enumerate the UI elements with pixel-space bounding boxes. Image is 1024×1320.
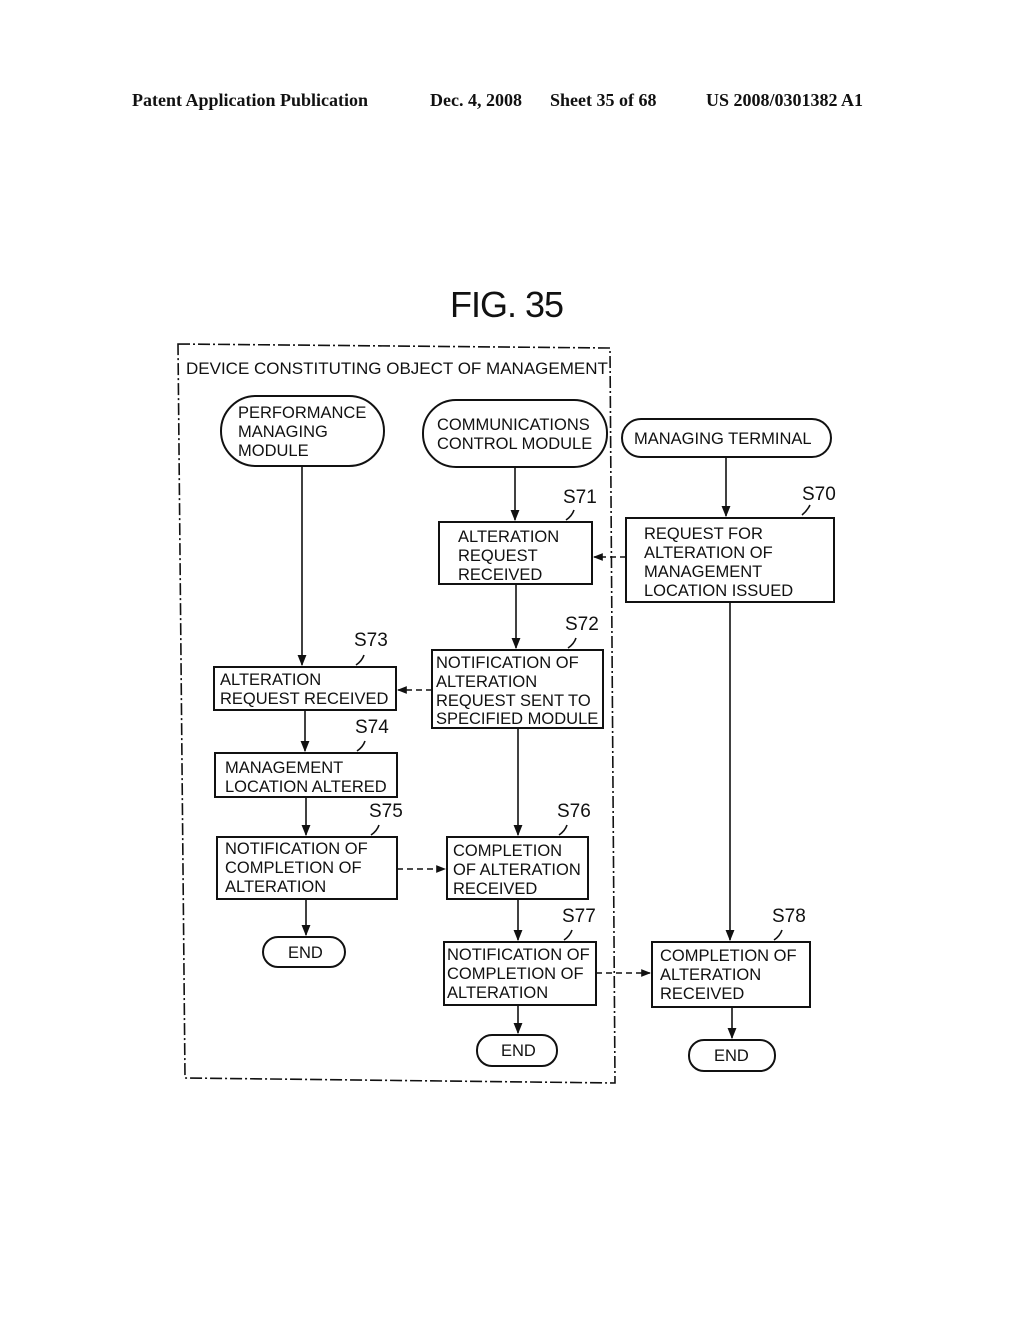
svg-text:PERFORMANCE: PERFORMANCE [238,404,366,422]
end-node-performance: END [262,936,346,968]
svg-text:ALTERATION: ALTERATION [225,878,326,896]
svg-text:S75: S75 [369,801,403,822]
svg-text:SPECIFIED MODULE: SPECIFIED MODULE [436,710,598,728]
svg-text:ALTERATION OF: ALTERATION OF [644,544,773,562]
svg-text:COMPLETION OF: COMPLETION OF [225,859,362,877]
svg-text:ALTERATION: ALTERATION [447,984,548,1002]
svg-text:COMPLETION OF: COMPLETION OF [447,965,584,983]
svg-text:REQUEST FOR: REQUEST FOR [644,525,763,543]
svg-text:MANAGING TERMINAL: MANAGING TERMINAL [634,430,812,448]
svg-text:S74: S74 [355,717,389,738]
lane-communications-control-module: COMMUNICATIONS CONTROL MODULE [422,399,608,468]
svg-text:S77: S77 [562,906,596,927]
svg-text:NOTIFICATION OF: NOTIFICATION OF [436,654,579,672]
svg-text:REQUEST SENT TO: REQUEST SENT TO [436,692,591,710]
svg-text:REQUEST RECEIVED: REQUEST RECEIVED [220,690,388,708]
svg-text:MANAGEMENT: MANAGEMENT [644,563,762,581]
step-s70: S70 REQUEST FOR ALTERATION OF MANAGEMENT… [625,484,836,603]
step-s72: S72 NOTIFICATION OF ALTERATION REQUEST S… [431,614,604,729]
step-s78: S78 COMPLETION OF ALTERATION RECEIVED [651,906,811,1008]
svg-text:MANAGING: MANAGING [238,423,328,441]
step-s76: S76 COMPLETION OF ALTERATION RECEIVED [446,801,591,900]
svg-text:END: END [288,944,323,962]
svg-text:ALTERATION: ALTERATION [436,673,537,691]
svg-text:S76: S76 [557,801,591,822]
svg-text:RECEIVED: RECEIVED [453,880,537,898]
svg-text:S72: S72 [565,614,599,635]
svg-text:COMPLETION: COMPLETION [453,842,562,860]
lane-performance-managing-module: PERFORMANCE MANAGING MODULE [220,395,385,467]
svg-text:ALTERATION: ALTERATION [220,671,321,689]
end-node-terminal: END [688,1039,776,1072]
svg-text:LOCATION ALTERED: LOCATION ALTERED [225,778,387,796]
svg-text:S78: S78 [772,906,806,927]
lane-managing-terminal: MANAGING TERMINAL [621,418,832,458]
svg-text:REQUEST: REQUEST [458,547,538,565]
svg-text:OF ALTERATION: OF ALTERATION [453,861,581,879]
svg-text:ALTERATION: ALTERATION [458,528,559,546]
end-node-communications: END [476,1034,558,1067]
svg-text:LOCATION ISSUED: LOCATION ISSUED [644,582,793,600]
svg-text:MANAGEMENT: MANAGEMENT [225,759,343,777]
svg-text:ALTERATION: ALTERATION [660,966,761,984]
svg-text:COMMUNICATIONS: COMMUNICATIONS [437,416,590,434]
step-s71: S71 ALTERATION REQUEST RECEIVED [438,487,597,585]
svg-text:RECEIVED: RECEIVED [660,985,744,1003]
svg-text:END: END [714,1047,749,1065]
svg-text:S70: S70 [802,484,836,505]
step-s77: S77 NOTIFICATION OF COMPLETION OF ALTERA… [443,906,597,1006]
svg-text:COMPLETION OF: COMPLETION OF [660,947,797,965]
svg-text:END: END [501,1042,536,1060]
svg-text:S73: S73 [354,630,388,651]
svg-text:MODULE: MODULE [238,442,309,460]
svg-text:NOTIFICATION OF: NOTIFICATION OF [225,840,368,858]
svg-text:NOTIFICATION OF: NOTIFICATION OF [447,946,590,964]
group-label: DEVICE CONSTITUTING OBJECT OF MANAGEMENT [186,359,608,378]
flowchart: DEVICE CONSTITUTING OBJECT OF MANAGEMENT… [177,343,836,1084]
svg-text:S71: S71 [563,487,597,508]
svg-text:CONTROL MODULE: CONTROL MODULE [437,435,592,453]
step-s73: S73 ALTERATION REQUEST RECEIVED [213,630,397,711]
step-s75: S75 NOTIFICATION OF COMPLETION OF ALTERA… [216,801,403,900]
svg-text:RECEIVED: RECEIVED [458,566,542,584]
step-s74: S74 MANAGEMENT LOCATION ALTERED [214,717,398,798]
